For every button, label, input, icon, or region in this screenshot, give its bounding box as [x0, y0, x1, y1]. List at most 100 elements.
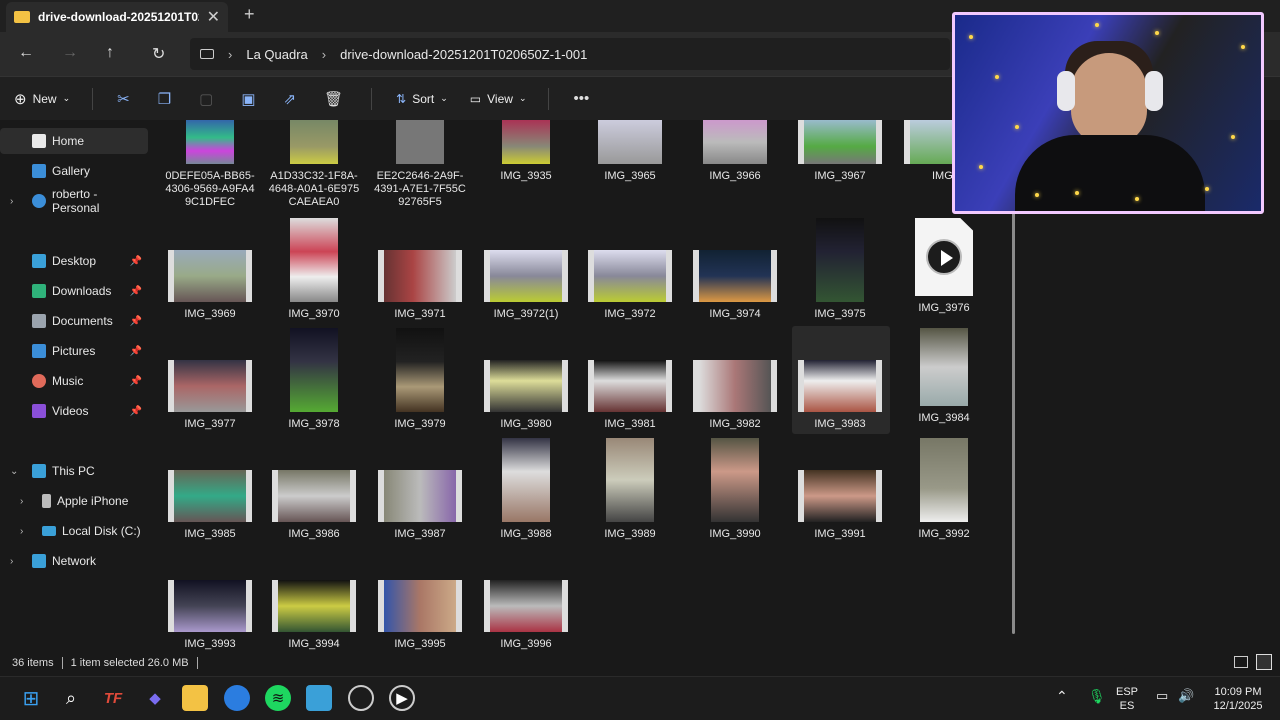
sidebar-item-iphone[interactable]: › Apple iPhone [0, 488, 148, 514]
file-item[interactable]: IMG_3965 [578, 120, 682, 183]
chevron-down-icon[interactable]: ⌄ [10, 466, 18, 477]
refresh-icon[interactable]: ↻ [152, 44, 165, 64]
breadcrumb-la-quadra[interactable]: La Quadra [246, 47, 307, 62]
file-item[interactable]: EE2C2646-2A9F-4391-A7E1-7F55C92765F5 [368, 120, 472, 209]
file-item[interactable]: IMG_3992 [892, 438, 996, 541]
share-icon[interactable]: ⇗ [284, 90, 297, 108]
file-item[interactable]: IMG_3972 [578, 218, 682, 321]
details-view-icon[interactable] [1234, 656, 1248, 668]
sidebar-item-desktop[interactable]: Desktop 📌 [0, 248, 148, 274]
forward-icon[interactable]: → [62, 44, 78, 62]
pin-icon[interactable]: 📌 [130, 346, 142, 357]
file-item[interactable]: IMG_3991 [788, 438, 892, 541]
more-icon[interactable]: ••• [573, 90, 589, 107]
sidebar-item-videos[interactable]: Videos 📌 [0, 398, 148, 424]
file-item[interactable]: IMG_3994 [262, 548, 366, 650]
window-tab[interactable]: drive-download-20251201T02 ✕ [6, 2, 228, 32]
file-item[interactable]: IMG_3982 [683, 328, 787, 431]
breadcrumb-folder[interactable]: drive-download-20251201T020650Z-1-001 [340, 47, 587, 62]
microphone-icon[interactable]: 🎙 [1088, 689, 1106, 703]
file-item[interactable]: IMG_3985 [158, 438, 262, 541]
file-item[interactable]: IMG_3979 [368, 328, 472, 431]
network-icon[interactable]: ▭ [1156, 689, 1168, 703]
file-item[interactable]: IMG_3975 [788, 218, 892, 321]
notepad-icon[interactable] [306, 685, 332, 711]
file-item[interactable]: IMG_3984 [892, 328, 996, 425]
cut-icon[interactable]: ✂ [117, 90, 130, 108]
pin-icon[interactable]: 📌 [130, 256, 142, 267]
chevron-right-icon[interactable]: › [20, 496, 23, 507]
sort-icon: ⇅ [396, 91, 407, 106]
sidebar-item-gallery[interactable]: Gallery [0, 158, 148, 184]
file-explorer-icon[interactable] [182, 685, 208, 711]
thumbnail-view-icon[interactable] [1256, 654, 1272, 670]
sidebar-item-local-disk[interactable]: › Local Disk (C:) [0, 518, 148, 544]
sidebar-item-downloads[interactable]: Downloads 📌 [0, 278, 148, 304]
file-item[interactable]: IMG_3967 [788, 120, 892, 183]
app-copilot-icon[interactable]: ◆ [142, 685, 168, 711]
file-item[interactable]: IMG_3993 [158, 548, 262, 650]
chevron-up-icon[interactable]: ⌃ [1056, 689, 1068, 703]
file-item[interactable]: IMG_3935 [474, 120, 578, 183]
copy-icon[interactable]: ❐ [158, 90, 171, 108]
rename-icon[interactable]: ▣ [241, 90, 255, 108]
sidebar-item-this-pc[interactable]: ⌄ This PC [0, 458, 148, 484]
file-item[interactable]: IMG_3971 [368, 218, 472, 321]
file-item[interactable]: IMG_3980 [474, 328, 578, 431]
sidebar-item-network[interactable]: › Network [0, 548, 148, 574]
file-item[interactable]: IMG_3974 [683, 218, 787, 321]
file-item[interactable]: IMG_3977 [158, 328, 262, 431]
new-tab-icon[interactable]: + [244, 4, 255, 25]
edge-icon[interactable] [224, 685, 250, 711]
sort-button[interactable]: ⇅ Sort ⌄ [396, 92, 448, 106]
file-item[interactable]: 0DEFE05A-BB65-4306-9569-A9FA49C1DFEC [158, 120, 262, 209]
chevron-right-icon[interactable]: › [10, 196, 13, 207]
pin-icon[interactable]: 📌 [130, 316, 142, 327]
windows-start-icon[interactable]: ⊞ [18, 685, 44, 711]
file-item[interactable]: IMG_3988 [474, 438, 578, 541]
app-tf-icon[interactable]: TF [100, 685, 126, 711]
back-icon[interactable]: ← [18, 44, 34, 62]
file-item[interactable]: A1D33C32-1F8A-4648-A0A1-6E975CAEAEA0 [262, 120, 366, 209]
file-item[interactable]: IMG_3981 [578, 328, 682, 431]
close-icon[interactable]: ✕ [207, 7, 220, 27]
up-icon[interactable]: ↑ [106, 44, 114, 62]
sidebar-item-music[interactable]: Music 📌 [0, 368, 148, 394]
search-icon[interactable]: ⌕ [58, 685, 84, 711]
sidebar-item-home[interactable]: Home [0, 128, 148, 154]
view-button[interactable]: ▭ View ⌄ [470, 92, 527, 106]
file-item[interactable]: IMG_3966 [683, 120, 787, 183]
sidebar-item-documents[interactable]: Documents 📌 [0, 308, 148, 334]
new-button[interactable]: ⊕ New ⌄ [14, 90, 70, 108]
spotify-icon[interactable]: ≋ [265, 685, 291, 711]
sidebar-item-pictures[interactable]: Pictures 📌 [0, 338, 148, 364]
language-indicator[interactable]: ESP ES [1116, 685, 1138, 713]
pin-icon[interactable]: 📌 [130, 406, 142, 417]
file-item[interactable]: IMG_3972(1) [474, 218, 578, 321]
pin-icon[interactable]: 📌 [130, 376, 142, 387]
media-player-icon[interactable]: ▶ [389, 685, 415, 711]
breadcrumb[interactable]: › La Quadra › drive-download-20251201T02… [190, 38, 950, 70]
pin-icon[interactable]: 📌 [130, 286, 142, 297]
file-item[interactable]: IMG_3995 [368, 548, 472, 650]
clock[interactable]: 10:09 PM 12/1/2025 [1206, 685, 1270, 713]
file-item[interactable]: IMG_3978 [262, 328, 366, 431]
paste-icon[interactable]: ▢ [199, 90, 213, 108]
file-item[interactable]: IMG_3976 [892, 218, 996, 315]
chevron-right-icon[interactable]: › [10, 556, 13, 567]
file-item-selected[interactable]: IMG_3983 [788, 328, 892, 431]
vertical-scrollbar[interactable] [1012, 210, 1015, 634]
chevron-right-icon[interactable]: › [20, 526, 23, 537]
sidebar-item-onedrive[interactable]: › roberto - Personal [0, 187, 148, 215]
file-item[interactable]: IMG_3986 [262, 438, 366, 541]
file-item[interactable]: IMG_3989 [578, 438, 682, 541]
file-item[interactable]: IMG_3990 [683, 438, 787, 541]
app-recording-icon[interactable] [348, 685, 374, 711]
video-thumbnail [484, 360, 568, 412]
file-item[interactable]: IMG_3969 [158, 218, 262, 321]
delete-icon[interactable]: 🗑 [324, 90, 343, 108]
volume-icon[interactable]: 🔊 [1178, 689, 1194, 703]
file-item[interactable]: IMG_3970 [262, 218, 366, 321]
file-item[interactable]: IMG_3987 [368, 438, 472, 541]
file-item[interactable]: IMG_3996 [474, 548, 578, 650]
